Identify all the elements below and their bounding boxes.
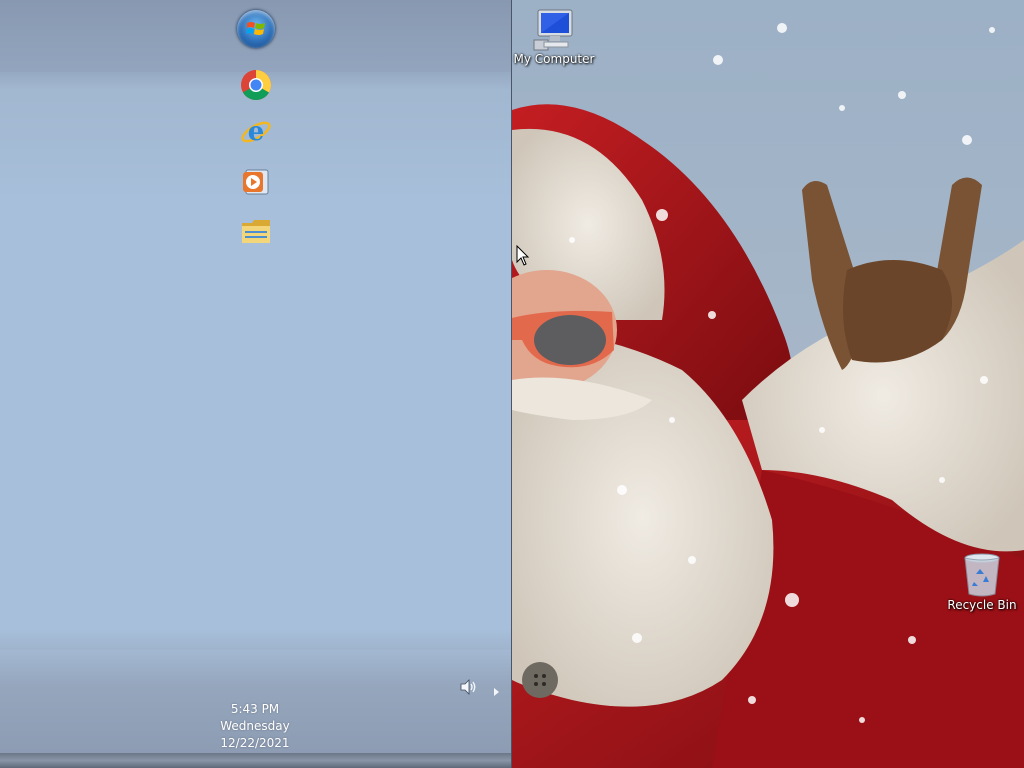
clock[interactable]: 5:43 PM Wednesday 12/22/2021 [205, 701, 305, 752]
recycle-bin-shortcut[interactable]: Recycle Bin [942, 552, 1022, 612]
speaker-icon[interactable] [460, 679, 478, 695]
mouse-cursor-icon [516, 244, 530, 267]
taskbar: e 5:43 PM Wednesday 12/22/2021 [0, 0, 512, 768]
taskbar-bottom-strip [0, 753, 511, 768]
chevron-right-icon[interactable] [493, 682, 501, 696]
folder-icon[interactable] [240, 215, 272, 247]
santa-wallpaper [512, 0, 1024, 768]
my-computer-shortcut[interactable]: My Computer [512, 8, 596, 66]
chrome-icon[interactable] [240, 69, 272, 101]
computer-icon [530, 8, 578, 52]
internet-explorer-icon[interactable]: e [240, 116, 272, 148]
recycle-bin-label: Recycle Bin [947, 598, 1017, 612]
windows-orb-icon[interactable] [237, 10, 275, 48]
recycle-bin-icon [962, 552, 1002, 598]
desktop[interactable]: My Computer Recycle Bin [512, 0, 1024, 768]
clock-date: 12/22/2021 [220, 736, 290, 750]
clock-time: 5:43 PM [230, 702, 280, 716]
my-computer-label: My Computer [513, 52, 595, 66]
clock-day: Wednesday [220, 719, 290, 733]
media-player-icon[interactable] [240, 166, 272, 198]
svg-text:e: e [248, 117, 265, 147]
